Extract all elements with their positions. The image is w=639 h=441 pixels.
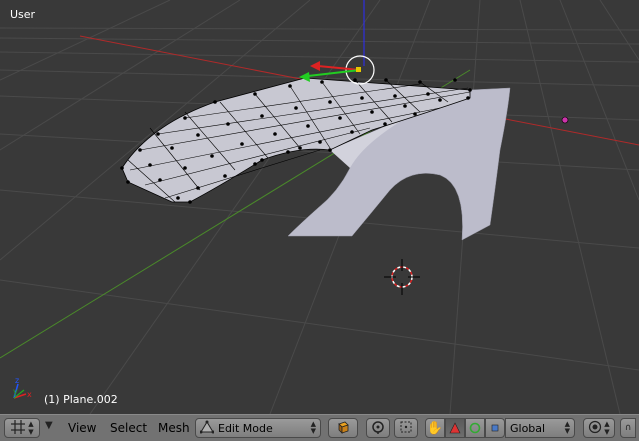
- menu-select[interactable]: Select: [110, 421, 147, 435]
- pivot-button[interactable]: [366, 418, 390, 438]
- rotate-manipulator-button[interactable]: [465, 418, 485, 438]
- object-label: (1) Plane.002: [44, 393, 118, 406]
- editor-type-button[interactable]: ▲ ▼: [4, 418, 40, 438]
- scale-box-icon: [489, 419, 501, 438]
- pivot-point-icon: [371, 420, 385, 437]
- proportional-edit-icon: [588, 420, 602, 437]
- shading-button[interactable]: [328, 418, 358, 438]
- menu-mesh[interactable]: Mesh: [158, 421, 190, 435]
- rotate-ring-icon: [469, 419, 481, 438]
- proportional-edit-arrows-icon: ▲ ▼: [604, 420, 610, 436]
- view-label: User: [10, 8, 36, 21]
- edit-mode-triangle-icon: [199, 420, 215, 437]
- menu-view[interactable]: View: [68, 421, 96, 435]
- translate-manipulator-button[interactable]: [445, 418, 465, 438]
- orientation-select-label: Global: [510, 421, 546, 435]
- 3d-view-grid-icon: [10, 419, 26, 438]
- mode-select-label: Edit Mode: [218, 421, 273, 435]
- mode-select[interactable]: Edit Mode ▲ ▼: [195, 418, 321, 438]
- axis-gizmo-icon: z y x: [13, 376, 32, 399]
- magnet-icon: ∩: [624, 423, 632, 433]
- proportional-edit-button[interactable]: ▲ ▼: [583, 418, 615, 438]
- svg-text:z: z: [15, 376, 19, 385]
- scale-manipulator-button[interactable]: [485, 418, 505, 438]
- lamp-object[interactable]: [561, 116, 569, 124]
- svg-text:x: x: [27, 390, 32, 399]
- manipulator-toggle-button[interactable]: ✋: [425, 418, 445, 438]
- snap-element-button[interactable]: [394, 418, 418, 438]
- orientation-select-arrows-icon: ▲ ▼: [564, 420, 570, 435]
- dotted-box-icon: [399, 420, 413, 437]
- editor-type-arrows-icon: ▲ ▼: [28, 420, 34, 436]
- orientation-select[interactable]: Global ▲ ▼: [505, 418, 575, 438]
- viewport-scene: z y x: [0, 0, 639, 414]
- translate-arrow-icon: [449, 419, 461, 438]
- collapse-menu-icon[interactable]: ▼: [45, 420, 53, 431]
- solid-cube-icon: [336, 420, 350, 437]
- svg-text:y: y: [13, 387, 18, 396]
- mode-select-arrows-icon: ▲ ▼: [310, 420, 316, 435]
- hand-manipulator-icon: ✋: [426, 420, 444, 436]
- snap-toggle-button[interactable]: ∩: [620, 418, 636, 438]
- viewport-header: ▲ ▼ ▼ View Select Mesh Edit Mode ▲ ▼ ✋ G…: [0, 414, 639, 441]
- 3d-cursor-icon[interactable]: [384, 259, 420, 295]
- 3d-viewport[interactable]: z y x User (1) Plane.002: [0, 0, 639, 414]
